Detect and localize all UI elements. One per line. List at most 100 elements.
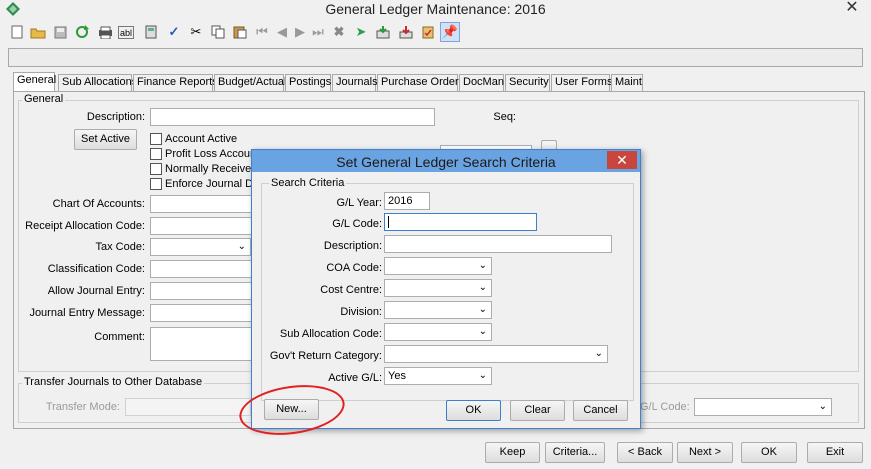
exit-button[interactable]: Exit [807,442,863,463]
coa-code-select[interactable]: ⌄ [384,257,492,275]
tax-code-label: Tax Code: [95,241,145,253]
comment-textarea[interactable] [150,327,253,361]
dialog-close-button[interactable]: ✕ [607,151,637,169]
tab-docman[interactable]: DocMan [459,74,504,91]
govt-return-label: Gov't Return Category: [269,350,382,362]
chevron-down-icon: ⌄ [478,326,487,337]
cost-centre-select[interactable]: ⌄ [384,279,492,297]
govt-return-select[interactable]: ⌄ [384,345,608,363]
gl-code-input[interactable] [384,213,537,231]
next-button[interactable]: Next > [677,442,733,463]
profit-loss-checkbox[interactable] [150,148,162,160]
copy-icon[interactable] [209,22,227,42]
receipt-allocation-label: Receipt Allocation Code: [25,220,145,232]
keep-button[interactable]: Keep [485,442,540,463]
gl-year-input[interactable]: 2016 [384,192,430,210]
enforce-journal-checkbox[interactable] [150,178,162,190]
account-active-checkbox[interactable] [150,133,162,145]
toolbar: abl ✓ ✂ ⏮ ◀ ▶ ⏭ ✖ ➤ 📌 [0,19,871,47]
chart-of-accounts-input[interactable] [150,195,253,213]
tab-maint[interactable]: Maint [611,74,643,91]
close-icon: ✕ [616,152,628,168]
sub-allocation-select[interactable]: ⌄ [384,323,492,341]
delete-icon[interactable]: ✖ [330,22,348,42]
save-icon[interactable] [51,22,69,42]
classification-input[interactable] [150,260,253,278]
dialog-description-label: Description: [323,240,382,252]
cut-icon[interactable]: ✂ [187,22,205,42]
tax-code-select[interactable]: ⌄ [150,238,251,256]
gl-code-label: G/L Code: [332,218,382,230]
seq-label: Seq: [493,111,516,123]
chevron-down-icon: ⌄ [594,348,603,359]
clipboard-icon[interactable] [419,22,437,42]
new-icon[interactable] [8,22,26,42]
account-active-label: Account Active [165,133,238,145]
tab-budget-actual[interactable]: Budget/Actual [214,74,287,91]
sub-allocation-label: Sub Allocation Code: [279,328,382,340]
tab-security[interactable]: Security [505,74,550,91]
receipt-allocation-input[interactable] [150,217,253,235]
division-select[interactable]: ⌄ [384,301,492,319]
chevron-down-icon: ⌄ [478,282,487,293]
criteria-button[interactable]: Criteria... [545,442,605,463]
first-icon[interactable]: ⏮ [253,22,271,42]
pin-icon[interactable]: 📌 [440,22,460,42]
paste-icon[interactable] [231,22,249,42]
back-button[interactable]: < Back [617,442,673,463]
window-title: General Ledger Maintenance: 2016 [325,1,546,17]
allow-journal-input[interactable] [150,282,253,300]
title-bar: General Ledger Maintenance: 2016 ✕ [0,0,871,19]
search-criteria-label: Search Criteria [269,177,347,189]
tab-sub-allocations[interactable]: Sub Allocations [58,74,137,91]
gl-year-label: G/L Year: [336,197,382,209]
transfer-gl-code-label: G/L Code: [640,401,690,413]
division-label: Division: [340,306,382,318]
tab-user-forms[interactable]: User Forms [551,74,612,91]
print-icon[interactable] [96,22,114,42]
active-gl-value: Yes [388,370,406,382]
coa-code-label: COA Code: [326,262,382,274]
prev-icon[interactable]: ◀ [273,22,291,42]
dialog-title-bar: Set General Ledger Search Criteria ✕ [252,150,640,172]
refresh-icon[interactable] [73,22,91,42]
dialog-description-input[interactable] [384,235,612,253]
journal-message-label: Journal Entry Message: [29,307,145,319]
tab-journals[interactable]: Journals [332,74,378,91]
tab-postings[interactable]: Postings [285,74,331,91]
export-icon[interactable] [374,22,392,42]
journal-message-input[interactable] [150,304,253,322]
set-active-button[interactable]: Set Active [74,129,137,150]
active-gl-label: Active G/L: [328,372,382,384]
chevron-down-icon: ⌄ [478,260,487,271]
transfer-gl-code-select[interactable]: ⌄ [694,398,832,416]
classification-label: Classification Code: [47,263,145,275]
clear-button[interactable]: Clear [510,400,565,421]
next-icon[interactable]: ▶ [291,22,309,42]
open-icon[interactable] [29,22,47,42]
description-input[interactable] [150,108,435,126]
window-close-button[interactable]: ✕ [838,0,866,18]
calculator-icon[interactable] [142,22,160,42]
normally-receives-checkbox[interactable] [150,163,162,175]
dialog-ok-button[interactable]: OK [446,400,501,421]
chevron-down-icon: ⌄ [818,401,827,412]
run-icon[interactable]: ➤ [352,22,370,42]
tab-finance-reports[interactable]: Finance Reports [133,74,218,91]
cancel-button[interactable]: Cancel [573,400,628,421]
close-icon: ✕ [845,0,859,16]
dialog-title: Set General Ledger Search Criteria [336,154,556,170]
transfer-mode-input[interactable] [125,398,251,416]
spellcheck-icon[interactable]: ✓ [165,22,183,42]
tab-general[interactable]: General [13,72,56,91]
last-icon[interactable]: ⏭ [309,22,327,42]
transfer-mode-label: Transfer Mode: [45,401,120,413]
abl-icon[interactable]: abl [118,26,134,39]
active-gl-select[interactable]: Yes ⌄ [384,367,492,385]
chevron-down-icon: ⌄ [237,241,246,252]
chevron-down-icon: ⌄ [478,304,487,315]
ok-button[interactable]: OK [741,442,797,463]
download-icon[interactable] [397,22,415,42]
tab-purchase-orders[interactable]: Purchase Orders [377,74,464,91]
general-group-label: General [22,93,66,105]
